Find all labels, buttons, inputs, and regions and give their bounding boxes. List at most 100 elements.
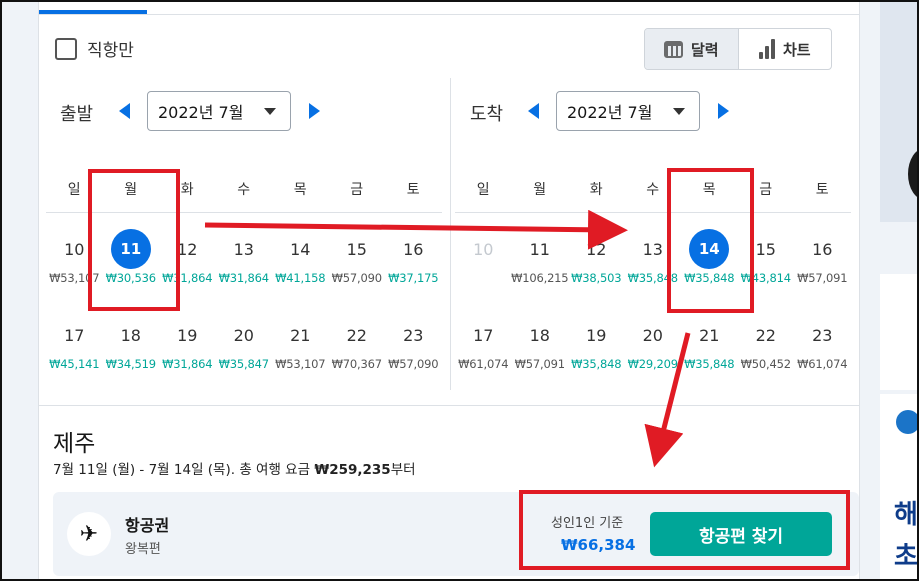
calendar-icon: [663, 40, 683, 58]
chevron-down-icon: [264, 107, 276, 115]
calendar-day[interactable]: 23 ₩61,074: [794, 315, 851, 381]
day-number: 11: [529, 239, 550, 259]
day-price: ₩29,209: [627, 357, 678, 371]
calendar-divider: [450, 78, 451, 390]
arrival-prev-month-icon[interactable]: [528, 103, 539, 119]
weekday-label: 월: [533, 182, 547, 198]
chart-view-button[interactable]: 차트: [739, 29, 832, 69]
destination-title: 제주: [53, 431, 96, 457]
calendar-day[interactable]: 22 ₩50,452: [738, 315, 795, 381]
direct-only-checkbox[interactable]: [55, 37, 77, 60]
departure-prev-month-icon[interactable]: [119, 103, 130, 119]
side-ad-image[interactable]: [880, 0, 919, 222]
chart-view-label: 차트: [782, 40, 811, 59]
day-price: ₩31,864: [218, 271, 269, 285]
calendar-day[interactable]: 22 ₩70,367: [329, 315, 386, 381]
day-number: 18: [120, 325, 141, 345]
calendar-day[interactable]: 20 ₩35,847: [216, 315, 273, 381]
calendar-day[interactable]: 16 ₩37,175: [385, 229, 442, 295]
day-number: 22: [346, 325, 367, 345]
side-promo-text: 초: [894, 542, 918, 572]
arrival-label: 도착: [470, 104, 504, 125]
calendar-day[interactable]: 18 ₩57,091: [512, 315, 569, 381]
weekday-label: 토: [406, 182, 420, 198]
day-number: 13: [233, 239, 254, 259]
tab-divider: [39, 14, 859, 15]
calendar-view-label: 달력: [690, 40, 719, 59]
side-promo-text: 해: [894, 500, 918, 530]
departure-next-month-icon[interactable]: [309, 103, 320, 119]
day-price: ₩38,503: [571, 271, 622, 285]
day-price: ₩61,074: [458, 357, 509, 371]
day-number: 14: [290, 239, 311, 259]
day-number: 16: [812, 239, 833, 259]
day-price: ₩106,215: [511, 271, 569, 285]
day-number: 19: [586, 325, 607, 345]
day-number: 20: [233, 325, 254, 345]
day-number: 12: [586, 239, 607, 259]
calendar-day[interactable]: 23 ₩57,090: [385, 315, 442, 381]
day-price: ₩57,091: [514, 357, 565, 371]
day-price: ₩61,074: [797, 357, 848, 371]
calendar-day: 10: [455, 229, 512, 295]
trip-summary-price: ₩259,235: [314, 462, 391, 478]
calendar-day[interactable]: 21 ₩35,848: [681, 315, 738, 381]
day-number: 23: [403, 325, 424, 345]
trip-summary-suffix: 부터: [390, 462, 416, 478]
day-number: 15: [346, 239, 367, 259]
calendar-day[interactable]: 11 ₩106,215: [511, 229, 569, 295]
departure-label: 출발: [60, 104, 94, 125]
weekday-label: 수: [237, 182, 251, 198]
calendar-day[interactable]: 21 ₩53,107: [272, 315, 329, 381]
calendar-day[interactable]: 18 ₩34,519: [103, 315, 160, 381]
day-price: ₩35,847: [218, 357, 269, 371]
day-number: 23: [812, 325, 833, 345]
arrival-month-select[interactable]: 2022년 7월: [556, 91, 700, 131]
arrival-month-value: 2022년 7월: [567, 103, 653, 122]
day-number: 21: [290, 325, 311, 345]
calendar-day[interactable]: 15 ₩57,090: [329, 229, 386, 295]
brand-logo-icon: [896, 410, 919, 434]
day-number: 17: [64, 325, 85, 345]
annotation-box-arrival-date: [667, 168, 754, 313]
calendar-day[interactable]: 12 ₩38,503: [568, 229, 625, 295]
calendar-week: 17 ₩45,141 18 ₩34,519 19 ₩31,864 20 ₩35,847 21 ₩5…: [46, 315, 442, 381]
annotation-box-search: [519, 490, 850, 570]
direct-only-label: 직항만: [87, 41, 134, 61]
day-price: ₩35,848: [684, 357, 735, 371]
calendar-day[interactable]: 19 ₩31,864: [159, 315, 216, 381]
airplane-icon: ✈: [67, 512, 111, 556]
direct-only-filter[interactable]: 직항만: [55, 36, 134, 61]
day-number: 10: [473, 239, 494, 259]
weekday-label: 목: [293, 182, 307, 198]
calendar-day[interactable]: 17 ₩45,141: [46, 315, 103, 381]
trip-summary: 7월 11일 (월) - 7월 14일 (목). 총 여행 요금 ₩259,23…: [53, 458, 416, 478]
calendar-day[interactable]: 16 ₩57,091: [794, 229, 851, 295]
weekday-header: 일월화수목금토: [455, 175, 851, 213]
day-price: ₩53,107: [275, 357, 326, 371]
side-card[interactable]: [880, 274, 919, 390]
calendar-day[interactable]: 17 ₩61,074: [455, 315, 512, 381]
day-price: ₩70,367: [331, 357, 382, 371]
day-number: 18: [529, 325, 550, 345]
arrival-calendar: 일월화수목금토 10 11 ₩106,215 12 ₩38,503 13 ₩35,848 14…: [455, 175, 851, 381]
day-number: 19: [177, 325, 198, 345]
calendar-day[interactable]: 13 ₩31,864: [216, 229, 273, 295]
trip-summary-dates: 7월 11일 (월) - 7월 14일 (목). 총 여행 요금: [53, 462, 315, 478]
day-price: ₩41,158: [275, 271, 326, 285]
calendar-day[interactable]: 14 ₩41,158: [272, 229, 329, 295]
departure-month-select[interactable]: 2022년 7월: [147, 91, 291, 131]
arrival-next-month-icon[interactable]: [718, 103, 729, 119]
calendar-day[interactable]: 20 ₩29,209: [625, 315, 682, 381]
day-price: ₩57,090: [388, 357, 439, 371]
day-price: ₩31,864: [162, 357, 213, 371]
day-price: ₩34,519: [105, 357, 156, 371]
day-price: ₩45,141: [49, 357, 100, 371]
departure-month-value: 2022년 7월: [158, 103, 244, 122]
calendar-view-button[interactable]: 달력: [645, 29, 739, 69]
day-price: ₩50,452: [740, 357, 791, 371]
day-price: ₩57,090: [331, 271, 382, 285]
calendar-day[interactable]: 19 ₩35,848: [568, 315, 625, 381]
day-price: ₩57,091: [797, 271, 848, 285]
section-divider: [39, 405, 859, 406]
